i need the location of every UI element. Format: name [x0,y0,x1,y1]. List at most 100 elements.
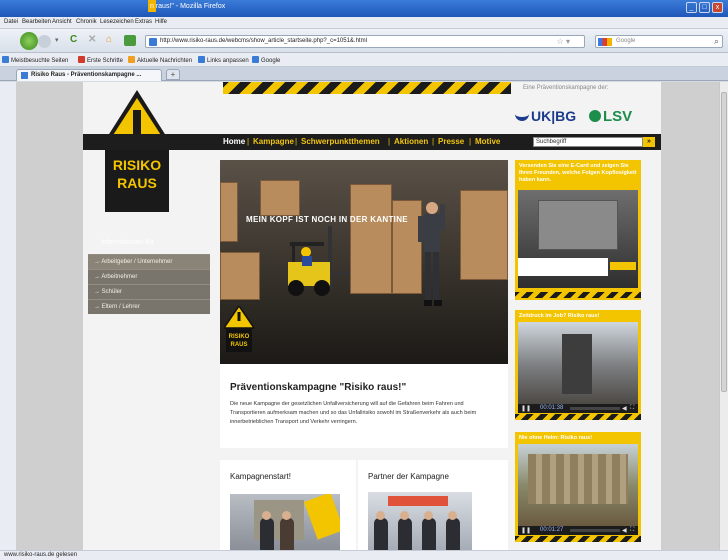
video-zeitdruck-frame[interactable] [518,322,638,404]
url-bar[interactable]: http://www.risiko-raus.de/webcms/show_ar… [145,35,585,48]
rss-icon [128,56,135,63]
bookmark-erste-schritte[interactable]: Erste Schritte [78,56,123,64]
nav-separator: | [295,137,298,146]
partner-banner [388,496,448,506]
video-player-controls[interactable]: ❚❚ 00:01:27 ◀ ⛶ [518,526,638,535]
nav-schwerpunktthemen[interactable]: Schwerpunktthemen [301,137,380,146]
url-text: http://www.risiko-raus.de/webcms/show_ar… [160,38,367,44]
video-seekbar[interactable] [570,407,620,410]
menu-hilfe[interactable]: Hilfe [155,19,167,25]
maximize-button[interactable]: □ [699,2,710,13]
partner-image[interactable] [368,492,472,550]
tab-risiko-raus[interactable]: Risiko Raus - Präventionskampagne ... [16,69,162,81]
fullscreen-icon[interactable]: ⛶ [630,527,634,534]
ecard-form [518,258,608,276]
ecard-teaser[interactable]: Versenden Sie eine E-Card und zeigen Sie… [515,160,641,300]
partner-box: Partner der Kampagne [358,460,508,550]
target-arbeitnehmer[interactable]: → Arbeitnehmer [88,269,210,284]
risiko-raus-logo[interactable]: RISIKO RAUS [97,88,177,218]
menubar: Datei Bearbeiten Ansicht Chronik Lesezei… [0,17,728,29]
lsv-logo[interactable]: LSV [589,108,632,125]
volume-icon[interactable]: ◀ [622,405,627,412]
menu-chronik[interactable]: Chronik [76,19,97,25]
menu-datei[interactable]: Datei [4,19,18,25]
nav-home[interactable]: Home [223,137,245,146]
ecard-send-button[interactable] [610,262,636,270]
minimize-button[interactable]: _ [686,2,697,13]
menu-ansicht[interactable]: Ansicht [52,19,72,25]
target-eltern-lehrer[interactable]: → Eltern / Lehrer [88,299,210,314]
ecard-image[interactable] [518,190,638,288]
video-player-controls[interactable]: ❚❚ 00:01:38 ◀ ⛶ [518,404,638,413]
bookmark-google[interactable]: Google [252,56,280,64]
city-video-thumb [528,454,628,504]
dropdown-arrow-icon[interactable]: ▾ [55,36,59,44]
window-left-edge [0,82,16,550]
nav-aktionen[interactable]: Aktionen [394,137,428,146]
info-title: Informationen für [101,239,154,246]
article-title[interactable]: Präventionskampagne "Risiko raus!" [230,382,406,393]
menu-extras[interactable]: Extras [135,19,152,25]
search-box[interactable]: Google ⌕ [595,35,723,48]
fullscreen-icon[interactable]: ⛶ [630,405,634,412]
nav-presse[interactable]: Presse [438,137,464,146]
video-helm-frame[interactable] [518,444,638,526]
person-head [400,511,409,520]
person [374,518,388,550]
bookmark-star-icon[interactable]: ☆ ▾ [557,37,570,46]
cardboard-boxes [350,184,392,294]
bookmark-meistbesuchte[interactable]: Meistbesuchte Seiten [2,56,68,64]
bookmarks-toolbar: Meistbesuchte Seiten Erste Schritte Aktu… [0,53,728,67]
vertical-scrollbar[interactable] [719,82,728,550]
target-schueler[interactable]: → Schüler [88,284,210,299]
search-placeholder: Google [616,38,636,44]
nav-motive[interactable]: Motive [475,137,500,146]
status-bar: www.risiko-raus.de gelesen [0,550,728,560]
volume-icon[interactable]: ◀ [622,527,627,534]
ukbg-logo[interactable]: UK|BG [515,108,576,124]
bookmark-nachrichten[interactable]: Aktuelle Nachrichten [128,56,192,64]
ecard-title: Versenden Sie eine E-Card und zeigen Sie… [519,163,637,183]
addon-icon[interactable] [124,35,136,46]
forklift-video-thumb [562,334,592,394]
status-text: www.risiko-raus.de gelesen [4,552,78,558]
tab-favicon-icon [21,72,28,79]
hero-image[interactable]: MEIN KOPF IST NOCH IN DER KANTINE RISIKO… [220,160,508,364]
menu-bearbeiten[interactable]: Bearbeiten [22,19,51,25]
video-helm[interactable]: Nie ohne Helm: Risiko raus! ❚❚ 00:01:27 … [515,432,641,542]
play-pause-icon[interactable]: ❚❚ [521,527,531,534]
site-search-input[interactable]: Suchbegriff [533,137,643,147]
menu-lesezeichen[interactable]: Lesezeichen [100,19,134,25]
video-helm-title: Nie ohne Helm: Risiko raus! [519,435,593,441]
search-icon[interactable]: ⌕ [714,36,719,47]
home-icon[interactable]: ⌂ [106,34,112,45]
scrollbar-thumb[interactable] [721,92,727,392]
person-head [376,511,385,520]
person-head [282,511,291,520]
hazard-stripe [515,292,641,298]
nav-kampagne[interactable]: Kampagne [253,137,294,146]
play-pause-icon[interactable]: ❚❚ [521,405,531,412]
bookmark-links-anpassen[interactable]: Links anpassen [198,56,249,64]
video-zeitdruck-title: Zeitdruck im Job? Risiko raus! [519,313,600,319]
forklift-illustration [288,226,350,296]
back-button[interactable] [20,32,38,50]
reload-icon[interactable]: C [70,34,77,45]
kampagnenstart-image[interactable] [230,494,340,550]
target-arbeitgeber[interactable]: → Arbeitgeber / Unternehmer [88,254,210,269]
close-button[interactable]: x [712,2,723,13]
partner-title[interactable]: Partner der Kampagne [368,472,449,481]
hero-caption: MEIN KOPF IST NOCH IN DER KANTINE [246,215,408,224]
hero-risiko-raus-logo: RISIKO RAUS [224,306,254,352]
forward-button[interactable] [38,35,51,48]
kampagnenstart-title[interactable]: Kampagnenstart! [230,472,291,481]
new-tab-button[interactable]: + [166,69,180,80]
ecard-scene [538,200,618,250]
person [260,518,274,550]
video-seekbar[interactable] [570,529,620,532]
stop-icon[interactable]: ✕ [88,34,96,45]
person [280,518,294,550]
google-icon [598,38,612,46]
video-zeitdruck[interactable]: Zeitdruck im Job? Risiko raus! ❚❚ 00:01:… [515,310,641,420]
site-search-button[interactable]: » [643,137,655,147]
